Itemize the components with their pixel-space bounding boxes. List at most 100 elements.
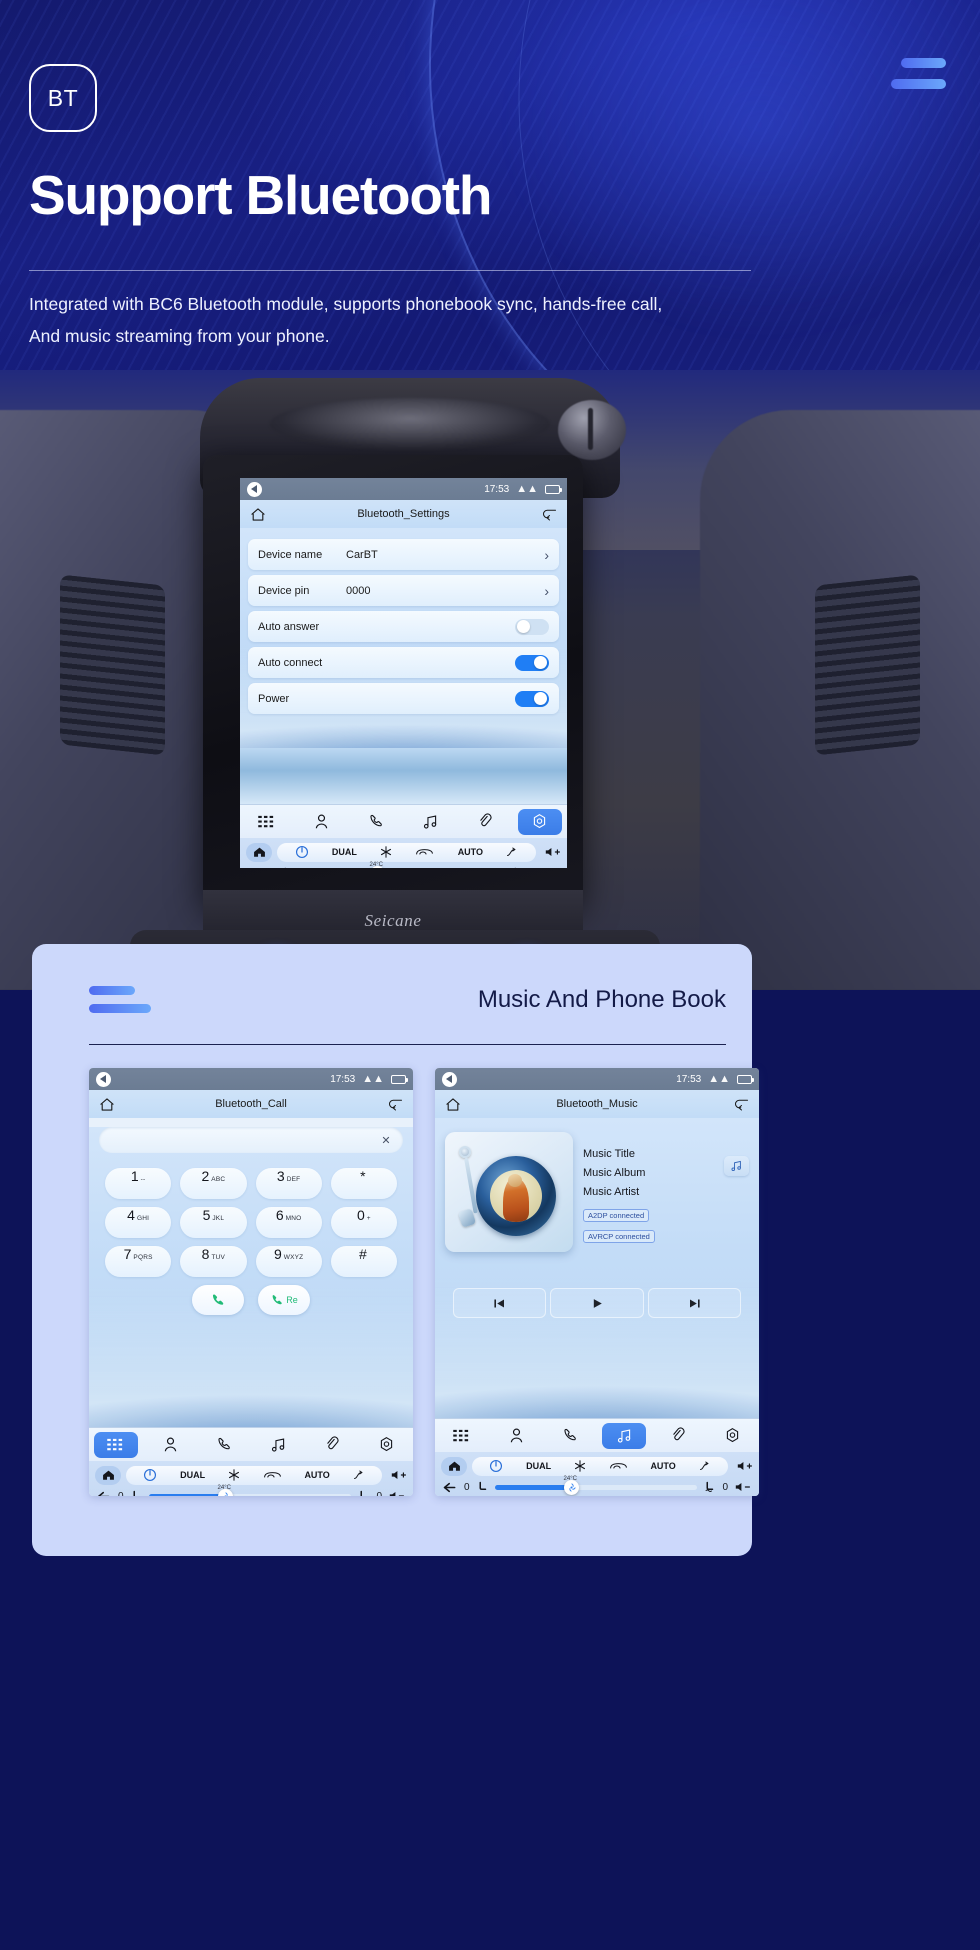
previous-track-button[interactable]	[453, 1288, 547, 1318]
key-5[interactable]: 5 JKL	[180, 1207, 247, 1238]
key-4[interactable]: 4 GHI	[105, 1207, 172, 1238]
key-7[interactable]: 7 PQRS	[105, 1246, 172, 1277]
defrost-icon[interactable]	[609, 1461, 628, 1471]
chevron-right-icon[interactable]: ›	[544, 584, 549, 598]
chevron-up-icon[interactable]: ▲▲	[516, 483, 538, 495]
return-icon[interactable]	[734, 1097, 749, 1111]
auto-label[interactable]: AUTO	[304, 1470, 329, 1480]
dock-item-keypad[interactable]	[435, 1423, 489, 1449]
key-0[interactable]: 0 +	[330, 1207, 397, 1238]
home-icon[interactable]	[95, 1465, 121, 1485]
back-arrow-icon[interactable]	[97, 1491, 111, 1496]
dock-item-keypad[interactable]	[240, 809, 295, 835]
fan-icon[interactable]	[563, 1479, 579, 1495]
auto-label[interactable]: AUTO	[458, 847, 483, 857]
defrost-icon[interactable]	[415, 847, 434, 857]
snowflake-icon[interactable]	[380, 846, 392, 858]
music-note-icon[interactable]	[409, 809, 453, 835]
seat-heat-icon[interactable]	[477, 1481, 488, 1493]
keypad-icon[interactable]	[245, 809, 289, 835]
key-8[interactable]: 8 TUV	[180, 1246, 247, 1277]
phone-icon[interactable]	[202, 1432, 246, 1458]
keypad-icon[interactable]	[440, 1423, 484, 1449]
back-arrow-icon[interactable]	[443, 1482, 457, 1493]
next-track-button[interactable]	[647, 1288, 741, 1318]
link-icon[interactable]	[463, 809, 507, 835]
snowflake-icon[interactable]	[574, 1460, 586, 1472]
auto-answer-toggle[interactable]	[515, 618, 549, 635]
music-note-icon[interactable]	[724, 1156, 749, 1176]
volume-up-icon[interactable]	[733, 1460, 753, 1472]
dock-item-phone[interactable]	[197, 1432, 251, 1458]
fan-speed-slider[interactable]: 24°C	[148, 1485, 352, 1496]
contact-icon[interactable]	[494, 1423, 538, 1449]
settings-gear-icon[interactable]	[710, 1423, 754, 1449]
setting-row-auto-connect[interactable]: Auto connect	[248, 647, 559, 678]
dock-item-contacts[interactable]	[489, 1423, 543, 1449]
back-arrow-icon[interactable]	[442, 1071, 457, 1087]
keypad-icon[interactable]	[94, 1431, 138, 1458]
link-icon[interactable]	[656, 1423, 700, 1449]
volume-up-icon[interactable]	[387, 1469, 407, 1481]
dock-item-link[interactable]	[458, 809, 513, 835]
music-note-icon[interactable]	[256, 1432, 300, 1458]
power-icon[interactable]	[489, 1459, 503, 1473]
music-note-icon[interactable]	[602, 1422, 646, 1449]
dock-item-music[interactable]	[251, 1432, 305, 1458]
key-2[interactable]: 2 ABC	[180, 1168, 247, 1199]
return-icon[interactable]	[542, 507, 557, 521]
chevron-up-icon[interactable]: ▲▲	[708, 1073, 730, 1085]
dock-item-link[interactable]	[651, 1423, 705, 1449]
link-icon[interactable]	[310, 1432, 354, 1458]
auto-connect-toggle[interactable]	[515, 654, 549, 671]
seat-heat-icon-right[interactable]	[704, 1481, 715, 1493]
settings-gear-icon[interactable]	[517, 808, 562, 835]
key-1[interactable]: 1 --	[105, 1168, 172, 1199]
dock-item-contacts[interactable]	[295, 809, 350, 835]
phone-icon[interactable]	[548, 1423, 592, 1449]
back-arrow-icon[interactable]	[248, 868, 262, 869]
volume-down-icon[interactable]	[543, 867, 559, 868]
menu-icon[interactable]	[891, 58, 946, 89]
seat-heat-icon-right[interactable]	[358, 1490, 369, 1496]
home-icon[interactable]	[246, 842, 272, 862]
phone-icon[interactable]	[354, 809, 398, 835]
power-icon[interactable]	[143, 1468, 157, 1482]
dual-label[interactable]: DUAL	[526, 1461, 551, 1471]
dock-item-phone[interactable]	[543, 1423, 597, 1449]
dock-item-settings[interactable]	[513, 808, 568, 835]
dock-item-keypad[interactable]	[89, 1431, 143, 1458]
key-star[interactable]: *	[330, 1168, 397, 1199]
airflow-icon[interactable]	[699, 1461, 711, 1472]
back-arrow-icon[interactable]	[96, 1071, 111, 1087]
contact-icon[interactable]	[148, 1432, 192, 1458]
chevron-up-icon[interactable]: ▲▲	[362, 1073, 384, 1085]
play-button[interactable]	[550, 1288, 644, 1318]
chevron-right-icon[interactable]: ›	[544, 548, 549, 562]
dual-label[interactable]: DUAL	[332, 847, 357, 857]
power-icon[interactable]	[295, 845, 309, 859]
snowflake-icon[interactable]	[228, 1469, 240, 1481]
dock-item-phone[interactable]	[349, 809, 404, 835]
volume-down-icon[interactable]	[389, 1490, 405, 1496]
volume-down-icon[interactable]	[735, 1481, 751, 1493]
contact-icon[interactable]	[300, 809, 344, 835]
dock-item-settings[interactable]	[359, 1432, 413, 1458]
key-6[interactable]: 6 MNO	[255, 1207, 322, 1238]
dock-item-contacts[interactable]	[143, 1432, 197, 1458]
call-button[interactable]	[192, 1285, 244, 1315]
redial-button[interactable]: Re	[258, 1285, 310, 1315]
key-9[interactable]: 9 WXYZ	[255, 1246, 322, 1277]
airflow-icon[interactable]	[506, 847, 518, 858]
airflow-icon[interactable]	[353, 1470, 365, 1481]
back-arrow-icon[interactable]	[247, 481, 262, 497]
dock-item-music[interactable]	[404, 809, 459, 835]
dock-item-settings[interactable]	[705, 1423, 759, 1449]
settings-gear-icon[interactable]	[364, 1432, 408, 1458]
defrost-icon[interactable]	[263, 1470, 282, 1480]
fan-speed-slider[interactable]: 24°C	[494, 1476, 698, 1495]
setting-row-auto-answer[interactable]: Auto answer	[248, 611, 559, 642]
setting-row-device-pin[interactable]: Device pin 0000 ›	[248, 575, 559, 606]
dual-label[interactable]: DUAL	[180, 1470, 205, 1480]
dock-item-link[interactable]	[305, 1432, 359, 1458]
